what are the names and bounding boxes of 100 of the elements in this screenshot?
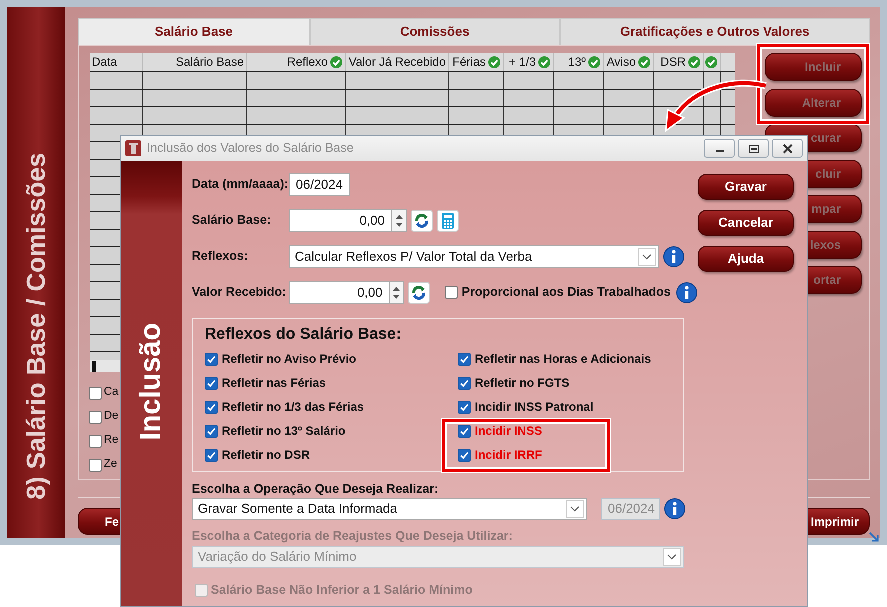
checkbox[interactable] [89,458,102,472]
tab[interactable]: Gratificações e Outros Valores [560,18,870,45]
column-header: Aviso [606,54,636,71]
checkbox[interactable] [458,448,471,462]
checkbox[interactable] [458,352,471,366]
checkbox-label: Ze [104,457,118,472]
refresh-icon [411,284,428,300]
dropdown-button[interactable] [566,500,584,518]
checkmark-icon [207,402,216,412]
check-icon [705,56,718,68]
dropdown-value: Gravar Somente a Data Informada [198,500,398,518]
check-icon [488,56,501,68]
field-label: Valor Recebido: [192,284,288,302]
checkbox-label: Incidir INSS Patronal [475,399,594,416]
column-header: Férias [452,54,486,71]
checkbox[interactable] [458,400,471,414]
input-field[interactable]: 06/2024 [289,173,350,196]
checkbox[interactable] [89,410,102,424]
refresh-icon [414,212,430,228]
resize-icon[interactable] [868,531,880,543]
checkmark-icon [460,402,469,412]
checkbox[interactable] [205,448,218,462]
calculator-button[interactable] [437,210,459,232]
info-icon[interactable] [664,498,686,520]
dropdown[interactable]: Gravar Somente a Data Informada [192,498,587,520]
column-header: + 1/3 [508,54,536,71]
checkbox[interactable] [89,386,102,400]
info-icon[interactable] [663,246,685,268]
minimize-button[interactable] [704,139,735,158]
up-down-arrows-icon [394,212,404,228]
input-field[interactable]: 0,00 [289,209,392,232]
app-icon [125,140,142,157]
checkbox-label: Refletir no DSR [222,447,310,464]
spinner-control[interactable] [390,281,404,304]
checkbox[interactable] [458,376,471,390]
column-header: 13º [568,54,586,71]
checkbox[interactable] [458,424,471,438]
side-title: Inclusão [134,323,168,441]
field-label: Escolha a Operação Que Deseja Realizar: [192,482,440,497]
checkbox[interactable] [205,424,218,438]
dropdown-button[interactable] [638,248,656,266]
caret-icon [570,506,580,512]
checkbox-label: Incidir INSS [475,423,542,440]
checkmark-icon [207,450,216,460]
checkbox-label: Ca [104,385,119,400]
button[interactable]: Cancelar [698,210,794,236]
checkbox-label: Refletir no Aviso Prévio [222,351,356,368]
checkmark-icon [460,354,469,364]
checkbox[interactable] [444,286,458,299]
check-icon [588,56,601,68]
button[interactable]: Ajuda [698,246,794,272]
group-title: Reflexos do Salário Base: [205,325,403,345]
tab[interactable]: Salário Base [78,18,310,45]
dropdown-value: Calcular Reflexos P/ Valor Total da Verba [295,248,532,266]
info-icon[interactable] [676,282,698,304]
checkbox[interactable] [205,352,218,366]
field-label: Escolha a Categoria de Reajustes Que Deseja Utilizar: [192,529,514,544]
maximize-button[interactable] [738,139,769,158]
checkbox[interactable] [205,376,218,390]
button[interactable]: Gravar [698,174,794,200]
checkbox-label: Salário Base Não Inferior a 1 Salário Mínimo [211,582,473,599]
dropdown-button[interactable] [663,548,681,566]
refresh-button[interactable] [411,210,433,232]
tab[interactable]: Comissões [310,18,560,45]
checkbox-label: Refletir nas Férias [222,375,326,392]
checkmark-icon [207,378,216,388]
window-title: Inclusão dos Valores do Salário Base [147,140,354,158]
checkbox-label: Refletir no 1/3 das Férias [222,399,364,416]
caret-icon [667,554,677,560]
spinner-control[interactable] [392,209,407,232]
close-button[interactable] [772,139,803,158]
check-icon [638,56,651,68]
column-header: DSR [660,54,686,71]
checkbox-label: Re [104,433,119,448]
checkbox-label: Refletir no 13º Salário [222,423,346,440]
checkbox-label: Proporcional aos Dias Trabalhados [462,284,671,302]
dropdown[interactable]: Calcular Reflexos P/ Valor Total da Verba [289,245,659,268]
check-icon [688,56,701,68]
field-label: Reflexos: [192,248,250,266]
checkbox[interactable] [205,400,218,414]
side-title: 8) Salário Base / Comissões [20,153,52,500]
check-icon [330,56,343,68]
column-header: Reflexo [287,54,328,71]
input-field[interactable]: 0,00 [289,281,390,304]
column-header: Data [92,54,118,71]
checkmark-icon [460,378,469,388]
check-icon [538,56,551,68]
close-icon [782,144,794,154]
field-label: Salário Base: [192,212,272,230]
column-header: Valor Já Recebido [348,54,446,71]
checkbox-label: De [104,409,119,424]
refresh-button[interactable] [408,282,430,304]
checkbox-label: Incidir IRRF [475,447,542,464]
dropdown-value: Variação do Salário Mínimo [198,548,357,566]
checkbox[interactable] [89,434,102,448]
checkbox-label: Refletir nas Horas e Adicionais [475,351,652,368]
column-header: Salário Base [176,54,244,71]
checkmark-icon [207,426,216,436]
up-down-arrows-icon [392,284,402,300]
checkmark-icon [460,450,469,460]
